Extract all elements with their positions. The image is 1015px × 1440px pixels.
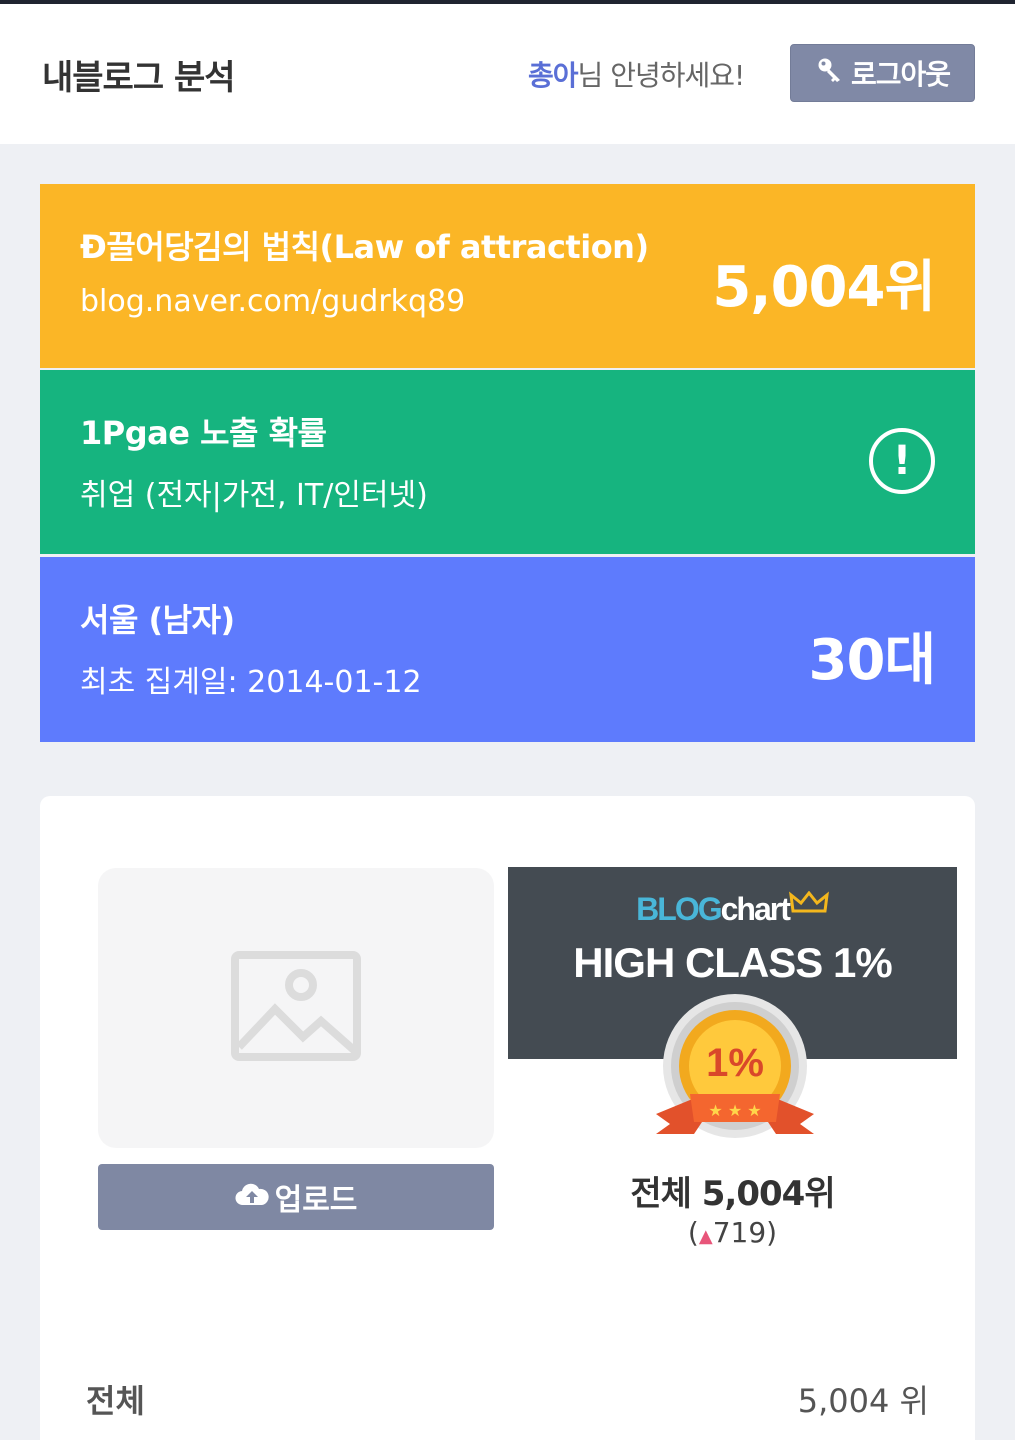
greeting-text: 님 안녕하세요! [577,59,746,92]
rank-row-value: 5,004 위 [797,1382,929,1420]
svg-text:★ ★ ★: ★ ★ ★ [708,1101,761,1120]
blog-url: blog.naver.com/gudrkq89 [80,284,466,319]
exclamation-circle-icon[interactable]: ! [869,428,935,494]
blogchart-logo: BLOGchart [508,890,957,928]
header: 내블로그 분석 총아님 안녕하세요! 로그아웃 [0,4,1015,144]
rank-change: (▲719) [687,1216,778,1249]
rank-change-value: 719) [712,1216,778,1249]
exposure-title: 1Pgae 노출 확률 [80,414,327,452]
crown-icon [788,890,829,927]
greeting-username: 총아 [528,59,579,92]
exposure-card: 1Pgae 노출 확률 취업 (전자|가전, IT/인터넷) ! [40,370,975,554]
cloud-upload-icon [235,1180,269,1215]
profile-card: 서울 (남자) 최초 집계일: 2014-01-12 30대 [40,557,975,742]
analysis-panel: 업로드 BLOGchart HIGH CLASS 1% 1% ★ ★ ★ 전체 … [40,796,975,1440]
total-rank: 전체 5,004위 [630,1174,835,1214]
greeting: 총아님 안녕하세요! [528,54,746,94]
upload-label: 업로드 [274,1183,358,1218]
profile-image-placeholder [98,868,494,1148]
image-icon [231,951,361,1065]
profile-age: 30대 [808,628,936,693]
blog-rank: 5,004위 [712,255,936,320]
key-icon [815,55,845,92]
high-class-text: HIGH CLASS 1% [573,939,892,986]
logout-button[interactable]: 로그아웃 [790,44,975,102]
rank-row-label: 전체 [86,1382,145,1420]
profile-region: 서울 (남자) [80,601,235,639]
upload-button[interactable]: 업로드 [98,1164,494,1230]
page-title: 내블로그 분석 [42,58,236,98]
blog-info-card: Ð끌어당김의 법칙(Law of attraction) blog.naver.… [40,184,975,368]
exposure-category: 취업 (전자|가전, IT/인터넷) [80,478,428,513]
medal-icon: 1% ★ ★ ★ [650,992,820,1152]
blog-name: Ð끌어당김의 법칙(Law of attraction) [80,228,649,266]
logout-label: 로그아웃 [850,58,951,91]
profile-first-date: 최초 집계일: 2014-01-12 [80,665,422,700]
medal-text: 1% [706,1041,764,1085]
arrow-up-icon: ▲ [698,1226,713,1247]
